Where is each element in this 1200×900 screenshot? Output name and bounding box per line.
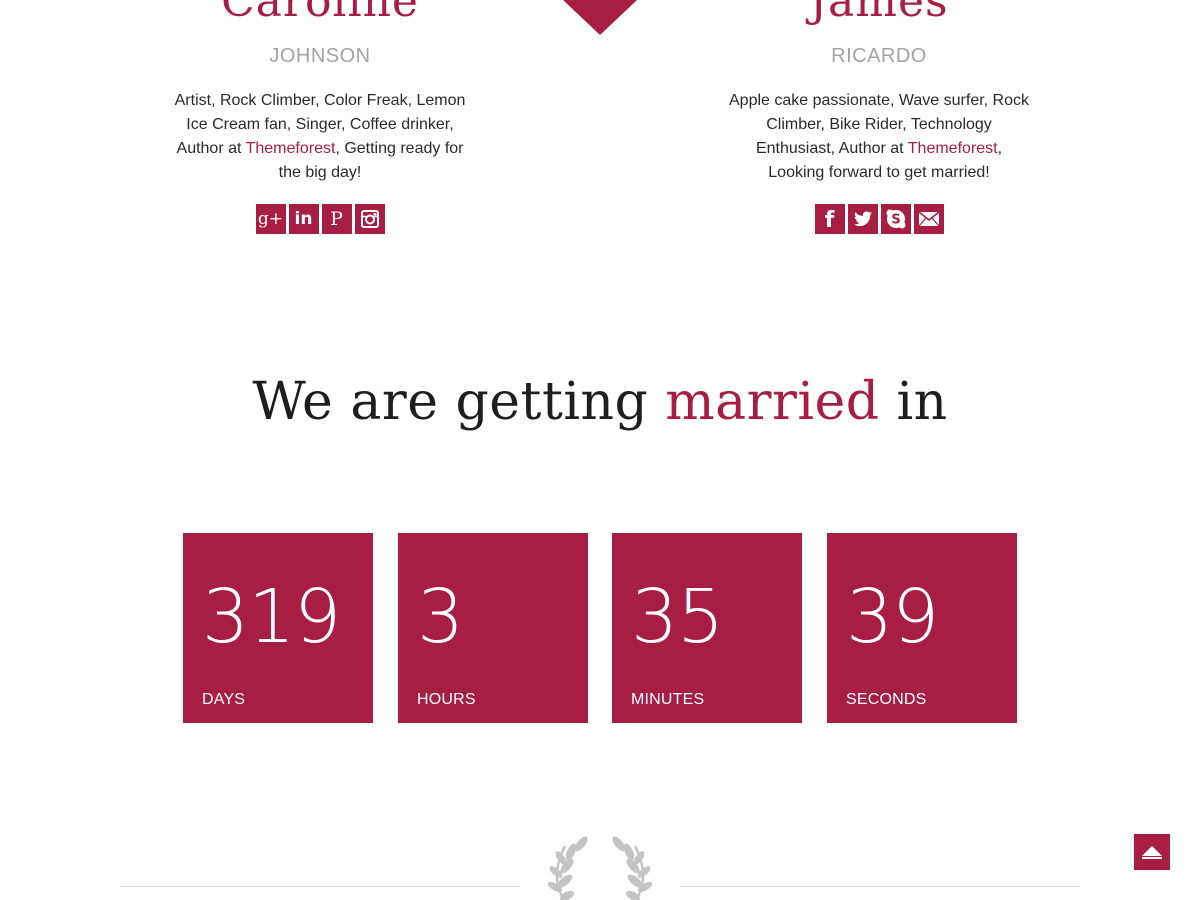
countdown-minutes-value: 35 bbox=[631, 574, 724, 660]
countdown-seconds: 39 SECONDS bbox=[827, 533, 1017, 723]
headline-text-start: We are getting bbox=[252, 372, 666, 432]
countdown-timer: 319 DAYS 3 HOURS 35 MINUTES 39 SECONDS bbox=[183, 533, 1017, 723]
skype-icon[interactable]: S bbox=[880, 204, 911, 234]
countdown-seconds-value: 39 bbox=[846, 574, 939, 660]
countdown-hours: 3 HOURS bbox=[398, 533, 588, 723]
groom-first-name: James bbox=[809, 0, 949, 27]
facebook-icon[interactable]: f bbox=[814, 204, 845, 234]
pinterest-glyph: P bbox=[330, 207, 343, 230]
countdown-hours-value: 3 bbox=[417, 574, 464, 660]
linkedin-glyph: in bbox=[294, 208, 313, 229]
bride-bio: Artist, Rock Climber, Color Freak, Lemon… bbox=[170, 89, 470, 185]
google-plus-icon[interactable]: g+ bbox=[255, 204, 286, 234]
envelope-shape bbox=[918, 211, 939, 227]
groom-last-name: RICARDO bbox=[831, 45, 927, 67]
pinterest-icon[interactable]: P bbox=[321, 204, 352, 234]
divider-right bbox=[680, 886, 1080, 887]
twitter-icon[interactable] bbox=[847, 204, 878, 234]
skype-shape: S bbox=[886, 209, 905, 229]
countdown-headline: We are getting married in bbox=[0, 362, 1200, 442]
countdown-hours-label: HOURS bbox=[417, 691, 476, 708]
countdown-days-label: DAYS bbox=[202, 691, 246, 708]
headline-text-end: in bbox=[879, 372, 948, 432]
skype-letter: S bbox=[891, 213, 900, 228]
headline-accent-word: married bbox=[665, 372, 880, 432]
countdown-minutes: 35 MINUTES bbox=[612, 533, 802, 723]
back-to-top-button[interactable] bbox=[1134, 834, 1170, 870]
groom-social-links: f S bbox=[719, 204, 1039, 234]
linkedin-icon[interactable]: in bbox=[288, 204, 319, 234]
laurel-wreath-icon bbox=[547, 836, 653, 900]
facebook-glyph: f bbox=[824, 208, 835, 233]
bride-last-name: JOHNSON bbox=[269, 45, 371, 67]
instagram-shape bbox=[360, 210, 379, 228]
divider-left bbox=[120, 886, 520, 887]
bride-themeforest-link[interactable]: Themeforest bbox=[246, 140, 336, 157]
google-plus-glyph: g+ bbox=[257, 208, 284, 229]
groom-bio: Apple cake passionate, Wave surfer, Rock… bbox=[729, 89, 1029, 185]
twitter-bird-shape bbox=[853, 211, 872, 227]
chevron-up-icon bbox=[1142, 846, 1162, 859]
instagram-icon[interactable] bbox=[354, 204, 385, 234]
countdown-days: 319 DAYS bbox=[183, 533, 373, 723]
countdown-seconds-label: SECONDS bbox=[846, 691, 927, 708]
email-icon[interactable] bbox=[913, 204, 944, 234]
heart-icon bbox=[563, 0, 637, 35]
countdown-days-value: 319 bbox=[202, 574, 341, 660]
countdown-minutes-label: MINUTES bbox=[631, 691, 705, 708]
groom-themeforest-link[interactable]: Themeforest bbox=[908, 140, 998, 157]
bride-first-name: Caroline bbox=[221, 0, 419, 27]
bride-social-links: g+ in P bbox=[160, 204, 480, 234]
